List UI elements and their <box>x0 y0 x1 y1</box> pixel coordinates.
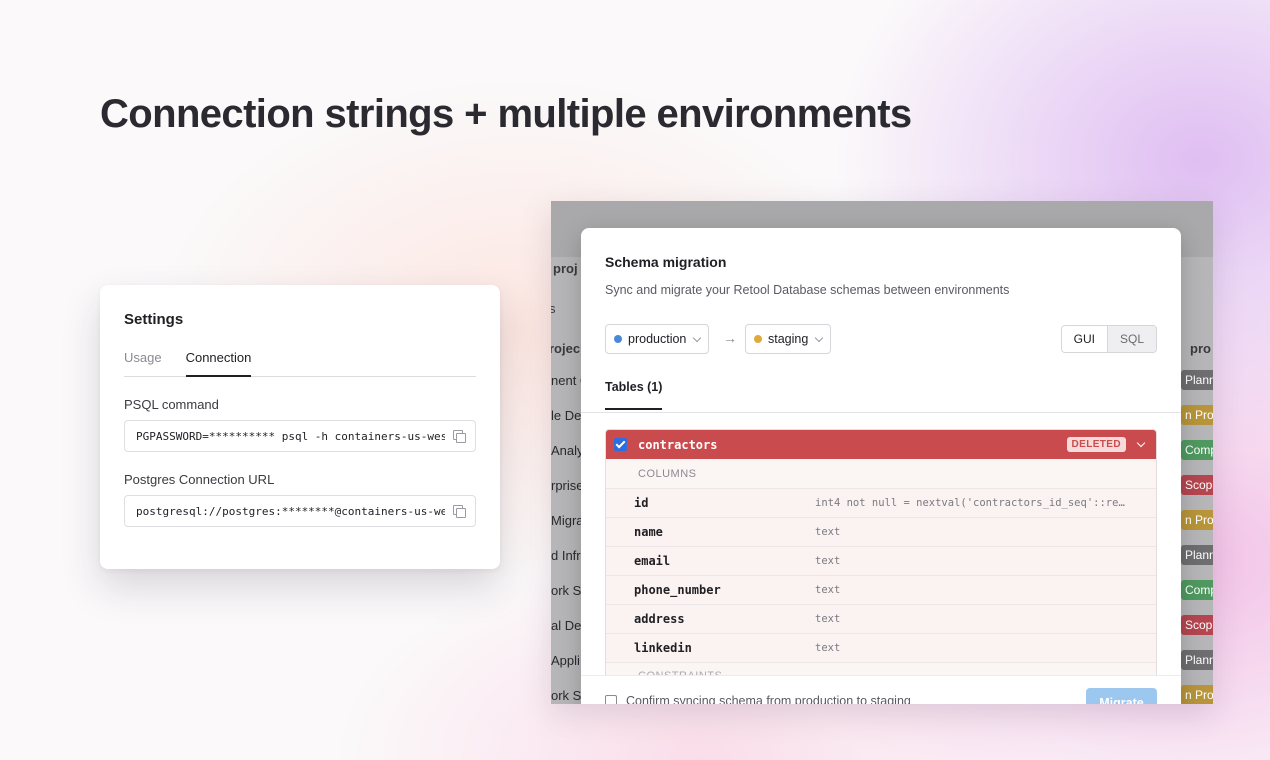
background-status-pill: Planni <box>1181 545 1213 565</box>
table-name: contractors <box>638 437 718 452</box>
page-headline: Connection strings + multiple environmen… <box>100 92 912 136</box>
column-row: email text <box>606 547 1156 576</box>
settings-card: Settings Usage Connection PSQL command P… <box>100 285 500 569</box>
background-row-label: ork S <box>551 583 582 598</box>
background-row-label: rprise <box>551 478 584 493</box>
connection-url-field[interactable]: postgresql://postgres:********@container… <box>124 495 476 527</box>
column-name: email <box>634 554 671 568</box>
column-name: address <box>634 612 685 626</box>
connection-url-value: postgresql://postgres:********@container… <box>136 504 445 518</box>
connection-url-label: Postgres Connection URL <box>124 472 275 487</box>
column-list: id int4 not null = nextval('contractors_i… <box>606 489 1156 663</box>
column-name: phone_number <box>634 583 721 597</box>
column-row: phone_number text <box>606 576 1156 605</box>
column-row: linkedin text <box>606 634 1156 663</box>
schema-migration-modal: Schema migration Sync and migrate your R… <box>581 228 1181 704</box>
table-card: contractors DELETED COLUMNS id int4 not n… <box>605 429 1157 690</box>
modal-footer: Confirm syncing schema from production t… <box>581 675 1181 704</box>
column-name: name <box>634 525 663 539</box>
column-type: int4 not null = nextval('contractors_id_… <box>815 497 1127 509</box>
confirm-checkbox[interactable] <box>605 695 617 704</box>
psql-command-label: PSQL command <box>124 397 219 412</box>
column-row: name text <box>606 518 1156 547</box>
background-status-pill: n Prog <box>1181 405 1213 425</box>
background-row-label: Appli <box>551 653 580 668</box>
columns-section-label: COLUMNS <box>606 459 1156 489</box>
background-status-pill: Scopin <box>1181 475 1213 495</box>
background-status-pill: Planni <box>1181 370 1213 390</box>
tab-tables[interactable]: Tables (1) <box>605 380 663 410</box>
chevron-down-icon <box>815 333 824 342</box>
chevron-down-icon <box>693 333 702 342</box>
settings-title: Settings <box>124 311 184 328</box>
modal-subtitle: Sync and migrate your Retool Database sc… <box>605 283 1010 297</box>
column-row: address text <box>606 605 1156 634</box>
modal-title: Schema migration <box>605 254 727 270</box>
column-type: text <box>815 584 841 596</box>
psql-command-field[interactable]: PGPASSWORD=********** psql -h containers… <box>124 420 476 452</box>
migrate-button[interactable]: Migrate <box>1086 688 1157 704</box>
tab-connection[interactable]: Connection <box>185 350 252 377</box>
background-row-label: ork S <box>551 688 582 703</box>
background-status-pill: Comp <box>1181 440 1213 460</box>
psql-command-value: PGPASSWORD=********** psql -h containers… <box>136 429 445 443</box>
arrow-right-icon: → <box>723 330 737 346</box>
column-type: text <box>815 642 841 654</box>
chevron-down-icon[interactable] <box>1136 438 1146 448</box>
table-checkbox[interactable] <box>614 438 627 451</box>
settings-tabs: Usage Connection <box>124 350 476 377</box>
column-name: id <box>634 496 649 510</box>
background-status-pill: Scopin <box>1181 615 1213 635</box>
column-row: id int4 not null = nextval('contractors_i… <box>606 489 1156 518</box>
background-row-label: Analy <box>551 443 584 458</box>
confirm-sync[interactable]: Confirm syncing schema from production t… <box>605 694 911 704</box>
table-header-row[interactable]: contractors DELETED <box>606 430 1156 459</box>
app-screenshot: proj s rojec pro nent CPlannile Devn Pro… <box>551 201 1213 704</box>
column-type: text <box>815 526 841 538</box>
column-type: text <box>815 613 841 625</box>
env-dot-icon <box>754 335 762 343</box>
gui-button[interactable]: GUI <box>1061 326 1107 352</box>
background-toolbar-fragment: s <box>551 301 556 316</box>
tabs-divider <box>581 412 1181 413</box>
background-status-pill: n Prog <box>1181 510 1213 530</box>
copy-icon[interactable] <box>453 430 466 443</box>
view-mode-toggle: GUI SQL <box>1060 325 1157 353</box>
status-badge: DELETED <box>1066 437 1126 452</box>
background-right-header: pro <box>1190 341 1211 356</box>
confirm-label: Confirm syncing schema from production t… <box>626 694 911 704</box>
tab-usage[interactable]: Usage <box>124 350 162 376</box>
copy-icon[interactable] <box>453 505 466 518</box>
column-name: linkedin <box>634 641 692 655</box>
background-row-label: Migra <box>551 513 584 528</box>
target-env-label: staging <box>768 332 809 346</box>
background-column-header: rojec <box>551 341 581 356</box>
background-status-pill: n Prog <box>1181 685 1213 704</box>
env-dot-icon <box>614 335 622 343</box>
background-status-pill: Comp <box>1181 580 1213 600</box>
target-env-select[interactable]: staging <box>745 324 832 354</box>
background-header-fragment: proj <box>553 261 578 276</box>
background-status-pill: Planni <box>1181 650 1213 670</box>
source-env-select[interactable]: production <box>605 324 710 354</box>
sql-button[interactable]: SQL <box>1106 326 1156 352</box>
source-env-label: production <box>628 332 687 346</box>
column-type: text <box>815 555 841 567</box>
